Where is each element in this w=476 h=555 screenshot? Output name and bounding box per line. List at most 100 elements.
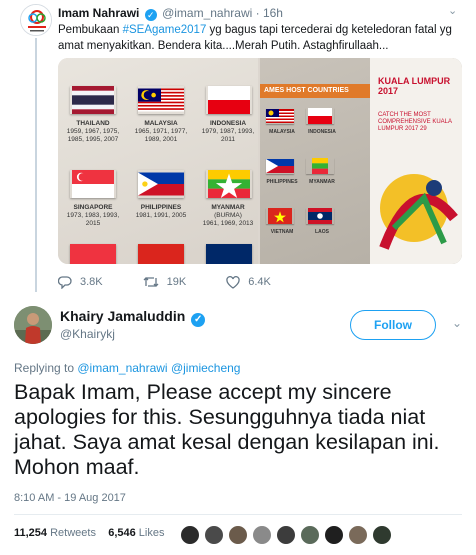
quoted-text-pre: Pembukaan bbox=[58, 24, 123, 36]
quoted-author-handle[interactable]: @imam_nahrawi bbox=[162, 6, 252, 20]
host-countries-banner: AMES HOST COUNTRIES bbox=[260, 84, 370, 98]
caption-singapore-years: 1973, 1983, 1993, 2015 bbox=[66, 212, 120, 227]
caption-malaysia: MALAYSIA 1965, 1971, 1977, 1989, 2001 bbox=[126, 120, 196, 144]
retweet-action[interactable]: 19K bbox=[143, 276, 187, 288]
photo-flags-page[interactable]: THAILAND 1959, 1967, 1975, 1985, 1995, 20… bbox=[58, 58, 258, 264]
mention-link[interactable]: @jimiecheng bbox=[171, 361, 241, 375]
avatar[interactable] bbox=[180, 525, 200, 545]
caption-indonesia: INDONESIA 1979, 1987, 1993, 2011 bbox=[194, 120, 262, 144]
caption-myanmar: MYANMAR (BURMA) 1961, 1969, 2013 bbox=[194, 204, 262, 228]
kl2017-tagline: CATCH THE MOST COMPREHENSIVE KUALA LUMPU… bbox=[378, 112, 452, 132]
hashtag-link[interactable]: #SEAgame2017 bbox=[123, 24, 207, 36]
tweet-timestamp[interactable]: 8:10 AM - 19 Aug 2017 bbox=[14, 492, 126, 505]
avatar[interactable] bbox=[252, 525, 272, 545]
mini-caption-philippines: PHILIPPINES bbox=[266, 179, 298, 185]
caption-malaysia-years: 1965, 1971, 1977, 1989, 2001 bbox=[134, 128, 188, 143]
kl2017-logo: KUALA LUMPUR 2017 bbox=[378, 76, 451, 96]
author-handle[interactable]: @Khairykj bbox=[60, 327, 115, 341]
like-action[interactable]: 6.4K bbox=[226, 275, 271, 289]
flag-indonesia-icon bbox=[208, 86, 250, 114]
flag-singapore-icon bbox=[72, 170, 114, 198]
chevron-down-icon[interactable]: ⌄ bbox=[452, 316, 462, 330]
flag-malaysia-icon bbox=[138, 88, 184, 112]
author-name-row: Khairy Jamaluddin ✓ bbox=[60, 308, 207, 327]
mini-caption-laos: LAOS bbox=[315, 229, 329, 235]
quoted-photos[interactable]: THAILAND 1959, 1967, 1975, 1985, 1995, 20… bbox=[58, 58, 462, 264]
quoted-author-name[interactable]: Imam Nahrawi bbox=[58, 6, 139, 20]
verified-icon: ✓ bbox=[191, 313, 206, 327]
quoted-avatar[interactable] bbox=[20, 4, 52, 36]
avatar[interactable] bbox=[348, 525, 368, 545]
retweets-count: 11,254 bbox=[14, 527, 48, 539]
caption-thailand: THAILAND 1959, 1967, 1975, 1985, 1995, 20… bbox=[58, 120, 128, 144]
main-tweet: Khairy Jamaluddin ✓ @Khairykj Follow ⌄ R… bbox=[0, 292, 476, 555]
heart-icon bbox=[226, 275, 240, 289]
tweet-stats: 11,254 Retweets 6,546 Likes bbox=[14, 527, 164, 540]
like-count: 6.4K bbox=[248, 276, 271, 288]
caption-thailand-years: 1959, 1967, 1975, 1985, 1995, 2007 bbox=[66, 128, 120, 143]
avatar[interactable] bbox=[300, 525, 320, 545]
quoted-header: Imam Nahrawi ✓ @imam_nahrawi · 16h bbox=[58, 6, 283, 21]
mini-flag-laos-icon bbox=[308, 208, 332, 224]
caption-myanmar-name: MYANMAR bbox=[211, 204, 245, 211]
mini-flag-indonesia-icon bbox=[308, 108, 332, 124]
thread-line bbox=[35, 38, 37, 292]
verified-icon: ✓ bbox=[144, 9, 157, 21]
avatar[interactable] bbox=[228, 525, 248, 545]
divider bbox=[14, 514, 462, 515]
quoted-tweet: Imam Nahrawi ✓ @imam_nahrawi · 16h ⌄ Pem… bbox=[0, 0, 476, 292]
flag-thailand-icon bbox=[72, 86, 114, 114]
retweet-icon bbox=[143, 277, 159, 287]
replying-prefix: Replying to bbox=[14, 361, 78, 375]
mini-caption-myanmar: MYANMAR bbox=[309, 179, 335, 185]
caption-singapore-name: SINGAPORE bbox=[73, 204, 113, 211]
flag-partial-icon bbox=[138, 244, 184, 264]
author-name[interactable]: Khairy Jamaluddin bbox=[60, 308, 185, 324]
avatar[interactable] bbox=[324, 525, 344, 545]
tweet-text: Bapak Imam, Please accept my sincere apo… bbox=[14, 380, 440, 479]
mini-caption-vietnam: VIETNAM bbox=[270, 229, 294, 235]
quoted-tweet-text: Pembukaan #SEAgame2017 yg bagus tapi ter… bbox=[58, 22, 458, 54]
likes-label: Likes bbox=[138, 527, 165, 539]
mini-caption-malaysia: MALAYSIA bbox=[269, 129, 295, 135]
likes-count: 6,546 bbox=[108, 527, 136, 539]
flag-partial-icon bbox=[206, 244, 252, 264]
mini-flag-philippines-icon bbox=[266, 159, 294, 173]
reply-icon bbox=[58, 275, 72, 289]
caption-philippines: PHILIPPINES 1981, 1991, 2005 bbox=[126, 204, 196, 220]
flag-myanmar-icon bbox=[208, 170, 250, 198]
caption-philippines-years: 1981, 1991, 2005 bbox=[135, 212, 187, 219]
mention-link[interactable]: @imam_nahrawi bbox=[77, 361, 167, 375]
mini-caption-indonesia: INDONESIA bbox=[308, 129, 336, 135]
quoted-actions: 3.8K 19K 6.4K bbox=[58, 274, 311, 290]
reply-count: 3.8K bbox=[80, 276, 103, 288]
follow-button[interactable]: Follow bbox=[350, 310, 436, 340]
author-avatar[interactable] bbox=[14, 306, 52, 344]
caption-indonesia-name: INDONESIA bbox=[209, 120, 247, 127]
retweets-stat[interactable]: 11,254 Retweets bbox=[14, 527, 96, 539]
likes-stat[interactable]: 6,546 Likes bbox=[108, 527, 164, 539]
flag-partial-icon bbox=[70, 244, 116, 264]
retweets-label: Retweets bbox=[50, 527, 96, 539]
liker-avatars bbox=[180, 525, 396, 545]
retweet-count: 19K bbox=[166, 276, 187, 288]
replying-to: Replying to @imam_nahrawi @jimiecheng bbox=[14, 361, 240, 375]
mini-flag-myanmar-icon bbox=[312, 158, 328, 174]
mini-flag-malaysia-icon bbox=[266, 109, 294, 123]
chevron-down-icon[interactable]: ⌄ bbox=[448, 4, 457, 17]
avatar[interactable] bbox=[276, 525, 296, 545]
mini-flag-vietnam-icon bbox=[268, 208, 292, 224]
photo-host-countries[interactable]: AMES HOST COUNTRIES KUALA LUMPUR 2017 CA… bbox=[260, 58, 462, 264]
caption-indonesia-years: 1979, 1987, 1993, 2011 bbox=[201, 128, 255, 143]
flag-philippines-icon bbox=[138, 172, 184, 196]
athletes-illustration-icon bbox=[379, 174, 458, 250]
caption-thailand-name: THAILAND bbox=[76, 120, 110, 127]
avatar[interactable] bbox=[204, 525, 224, 545]
reply-action[interactable]: 3.8K bbox=[58, 275, 103, 289]
caption-singapore: SINGAPORE 1973, 1983, 1993, 2015 bbox=[58, 204, 128, 228]
avatar[interactable] bbox=[372, 525, 392, 545]
caption-myanmar-years: (BURMA) 1961, 1969, 2013 bbox=[202, 212, 254, 227]
caption-philippines-name: PHILIPPINES bbox=[140, 204, 182, 211]
caption-malaysia-name: MALAYSIA bbox=[144, 120, 178, 127]
quoted-timestamp[interactable]: · 16h bbox=[256, 6, 283, 20]
